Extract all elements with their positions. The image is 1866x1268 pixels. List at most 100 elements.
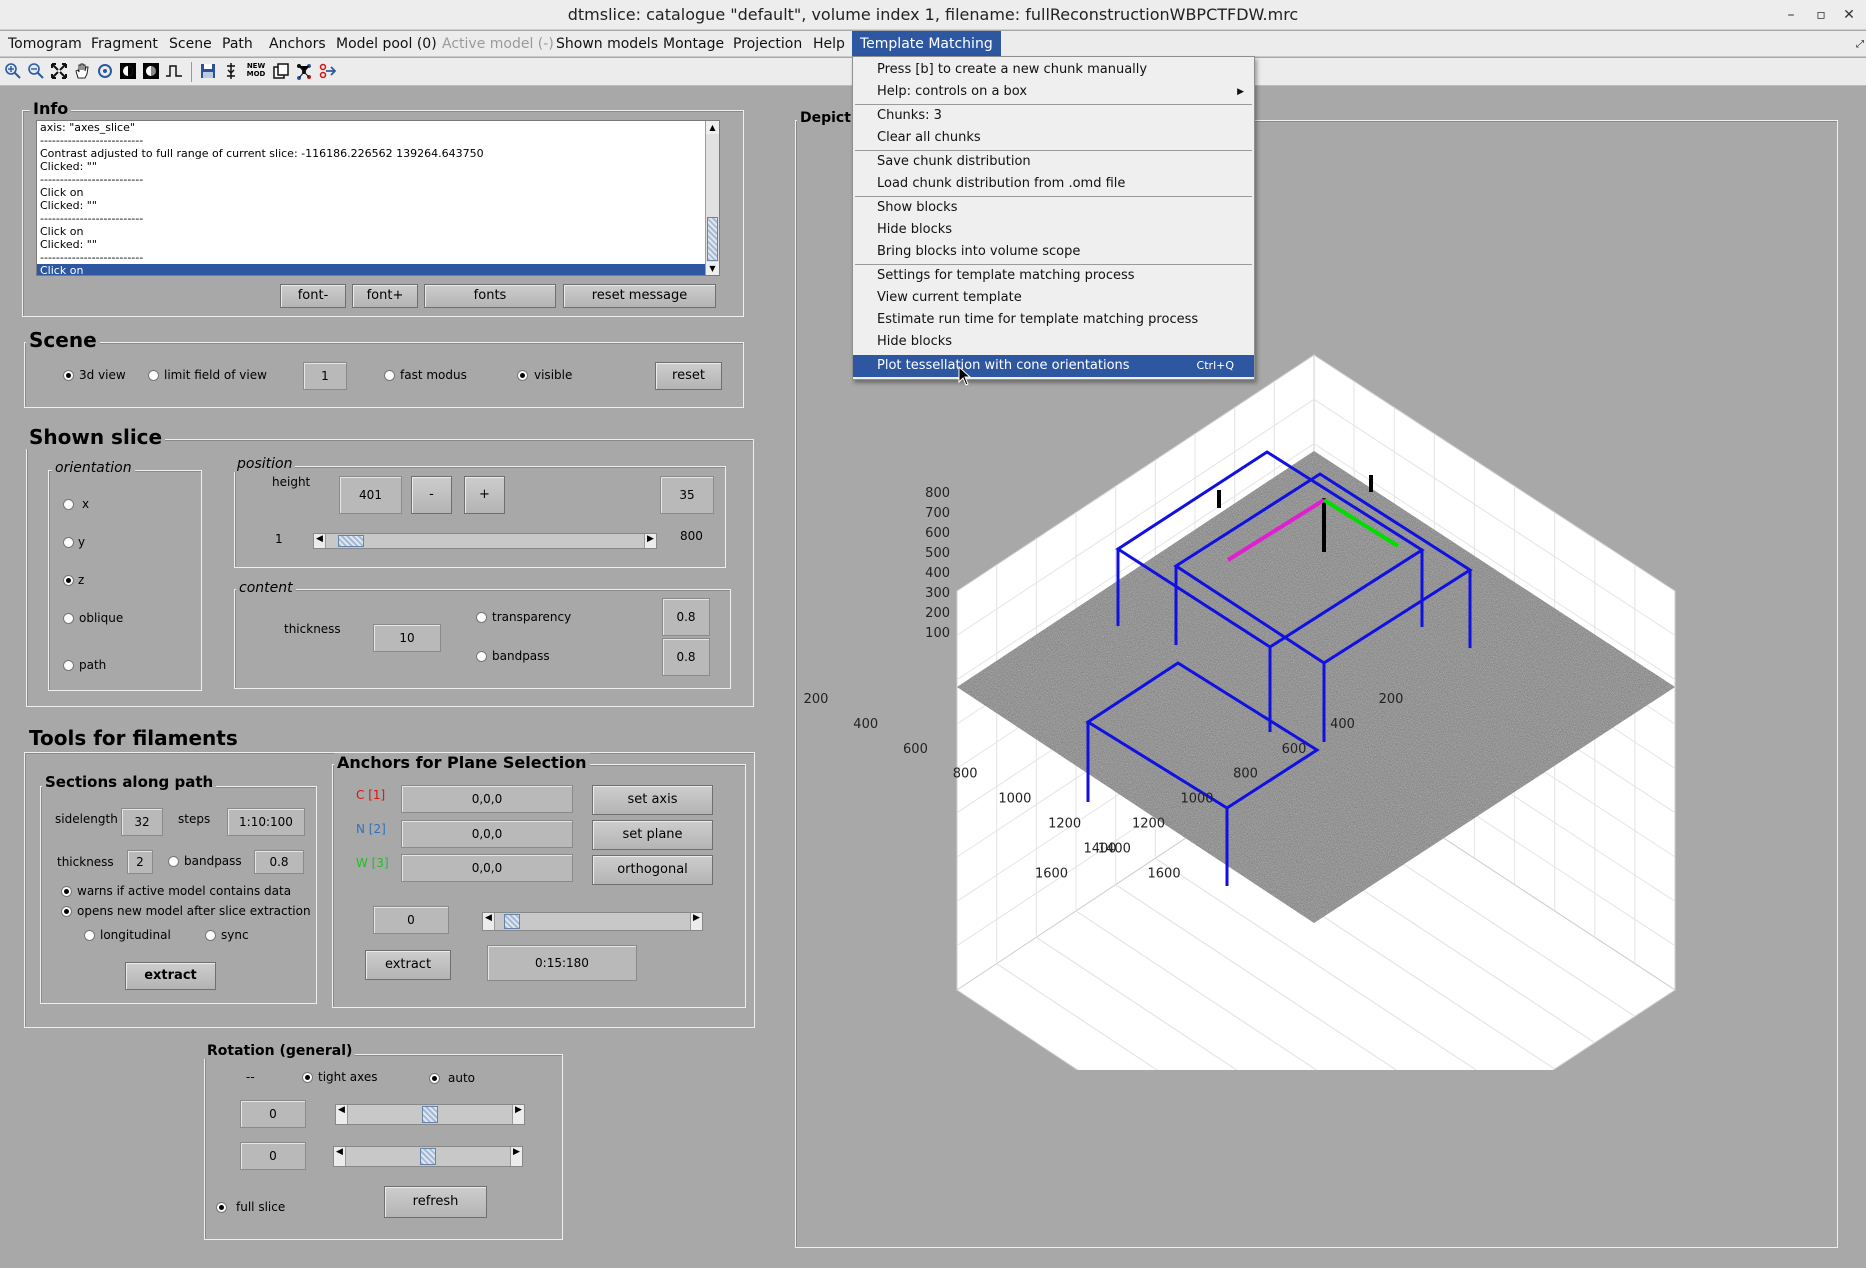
menu-item-create-chunk[interactable]: Press [b] to create a new chunk manually [853, 59, 1254, 81]
menu-item-save-chunks[interactable]: Save chunk distribution [853, 151, 1254, 173]
marker-icon[interactable] [222, 62, 240, 80]
opens-radio[interactable] [61, 906, 72, 917]
profile-icon[interactable] [165, 62, 183, 80]
anchor-w-field[interactable]: 0,0,0 [401, 854, 573, 882]
sections-bandpass-radio[interactable] [168, 856, 179, 867]
anchor-tool-icon[interactable] [318, 62, 336, 80]
anchor-n-field[interactable]: 0,0,0 [401, 820, 573, 848]
warns-radio[interactable] [61, 886, 72, 897]
bandpass-field[interactable]: 0.8 [662, 638, 710, 676]
orientation-z-radio[interactable] [63, 575, 74, 586]
menu-path[interactable]: Path [222, 36, 253, 52]
tight-axes-radio[interactable] [302, 1072, 313, 1083]
rotation-slider-1[interactable]: ◀ ▶ [335, 1104, 525, 1125]
menu-item-settings[interactable]: Settings for template matching process [853, 265, 1254, 287]
transparency-field[interactable]: 0.8 [662, 598, 710, 636]
menu-item-hide-blocks-2[interactable]: Hide blocks [853, 331, 1254, 353]
anchor-c-field[interactable]: 0,0,0 [401, 785, 573, 813]
menu-item-clear-chunks[interactable]: Clear all chunks [853, 127, 1254, 149]
copy-icon[interactable] [272, 62, 290, 80]
position-slider-thumb[interactable] [338, 535, 364, 547]
sections-bandpass-field[interactable]: 0.8 [254, 850, 304, 874]
slider-right-arrow-icon[interactable]: ▶ [512, 1105, 524, 1124]
auto-radio[interactable] [429, 1073, 440, 1084]
menu-shown-models[interactable]: Shown models [556, 36, 658, 52]
sync-radio[interactable] [205, 930, 216, 941]
menu-help[interactable]: Help [813, 36, 845, 52]
scene-reset-button[interactable]: reset [655, 362, 722, 390]
menu-item-load-chunks[interactable]: Load chunk distribution from .omd file [853, 173, 1254, 195]
menu-fragment[interactable]: Fragment [91, 36, 158, 52]
slider-right-arrow-icon[interactable]: ▶ [510, 1147, 522, 1166]
height-minus-button[interactable]: - [411, 476, 452, 514]
full-slice-radio[interactable] [216, 1202, 227, 1213]
anchors-extract-button[interactable]: extract [365, 950, 451, 980]
height-step-field[interactable]: 35 [660, 476, 714, 514]
steps-field[interactable]: 1:10:100 [227, 808, 305, 836]
rotation-slider-1-thumb[interactable] [422, 1106, 438, 1123]
network-icon[interactable] [295, 62, 313, 80]
pan-hand-icon[interactable] [73, 62, 91, 80]
scroll-thumb[interactable] [707, 217, 718, 261]
bandpass-radio[interactable] [476, 651, 487, 662]
rotate-icon[interactable] [96, 62, 114, 80]
orthogonal-button[interactable]: orthogonal [592, 855, 713, 885]
menu-model-pool[interactable]: Model pool (0) [336, 36, 437, 52]
thickness-field[interactable]: 10 [373, 624, 441, 652]
zoom-out-icon[interactable] [27, 62, 45, 80]
menu-item-bring-blocks[interactable]: Bring blocks into volume scope [853, 241, 1254, 263]
info-scrollbar[interactable]: ▲ ▼ [705, 121, 719, 275]
menu-montage[interactable]: Montage [663, 36, 724, 52]
zoom-in-icon[interactable] [4, 62, 22, 80]
sections-extract-button[interactable]: extract [125, 962, 216, 990]
slider-left-arrow-icon[interactable]: ◀ [314, 534, 326, 548]
info-line-selected[interactable]: Click on [37, 264, 719, 275]
3d-view-radio[interactable] [63, 370, 74, 381]
rotation-value1-field[interactable]: 0 [240, 1100, 306, 1128]
fit-icon[interactable] [50, 62, 68, 80]
menu-item-estimate-runtime[interactable]: Estimate run time for template matching … [853, 309, 1254, 331]
contrast-icon[interactable] [119, 62, 137, 80]
anchor-angle-field[interactable]: 0 [373, 906, 449, 934]
visible-radio[interactable] [517, 370, 528, 381]
minimize-button[interactable]: – [1780, 4, 1802, 26]
font-minus-button[interactable]: font- [280, 284, 346, 308]
scroll-up-icon[interactable]: ▲ [706, 121, 719, 134]
position-slider[interactable]: ◀ ▶ [313, 533, 657, 549]
height-value-field[interactable]: 401 [339, 476, 402, 514]
menu-scene[interactable]: Scene [169, 36, 212, 52]
menu-item-plot-tessellation[interactable]: Plot tessellation with cone orientations… [853, 355, 1254, 377]
refresh-button[interactable]: refresh [384, 1186, 487, 1218]
orientation-oblique-radio[interactable] [63, 613, 74, 624]
slider-left-arrow-icon[interactable]: ◀ [483, 913, 495, 930]
save-icon[interactable] [199, 62, 217, 80]
anchors-range-field[interactable]: 0:15:180 [487, 945, 637, 981]
menu-active-model[interactable]: Active model (-) [442, 36, 554, 52]
slider-left-arrow-icon[interactable]: ◀ [336, 1105, 348, 1124]
orientation-y-radio[interactable] [63, 537, 74, 548]
slider-right-arrow-icon[interactable]: ▶ [690, 913, 702, 930]
sidelength-field[interactable]: 32 [121, 808, 163, 836]
rotation-value2-field[interactable]: 0 [240, 1142, 306, 1170]
fonts-button[interactable]: fonts [424, 284, 556, 308]
info-message-box[interactable]: axis: "axes_slice" ---------------------… [36, 120, 720, 276]
slider-right-arrow-icon[interactable]: ▶ [644, 534, 656, 548]
set-plane-button[interactable]: set plane [592, 820, 713, 850]
orientation-path-radio[interactable] [63, 660, 74, 671]
rotation-slider-2[interactable]: ◀ ▶ [333, 1146, 523, 1167]
set-axis-button[interactable]: set axis [592, 785, 713, 815]
menu-projection[interactable]: Projection [733, 36, 802, 52]
menu-item-help-controls[interactable]: Help: controls on a box ▶ [853, 81, 1254, 103]
menu-template-matching[interactable]: Template Matching [852, 31, 1001, 57]
menu-tomogram[interactable]: Tomogram [8, 36, 82, 52]
limit-fov-radio[interactable] [148, 370, 159, 381]
anchor-slider-thumb[interactable] [504, 914, 520, 929]
rotation-slider-2-thumb[interactable] [420, 1148, 436, 1165]
transparency-radio[interactable] [476, 612, 487, 623]
scroll-down-icon[interactable]: ▼ [706, 262, 719, 275]
menu-item-view-template[interactable]: View current template [853, 287, 1254, 309]
fast-modus-radio[interactable] [384, 370, 395, 381]
menu-anchors[interactable]: Anchors [269, 36, 326, 52]
height-plus-button[interactable]: + [464, 476, 505, 514]
anchor-angle-slider[interactable]: ◀ ▶ [482, 912, 703, 931]
